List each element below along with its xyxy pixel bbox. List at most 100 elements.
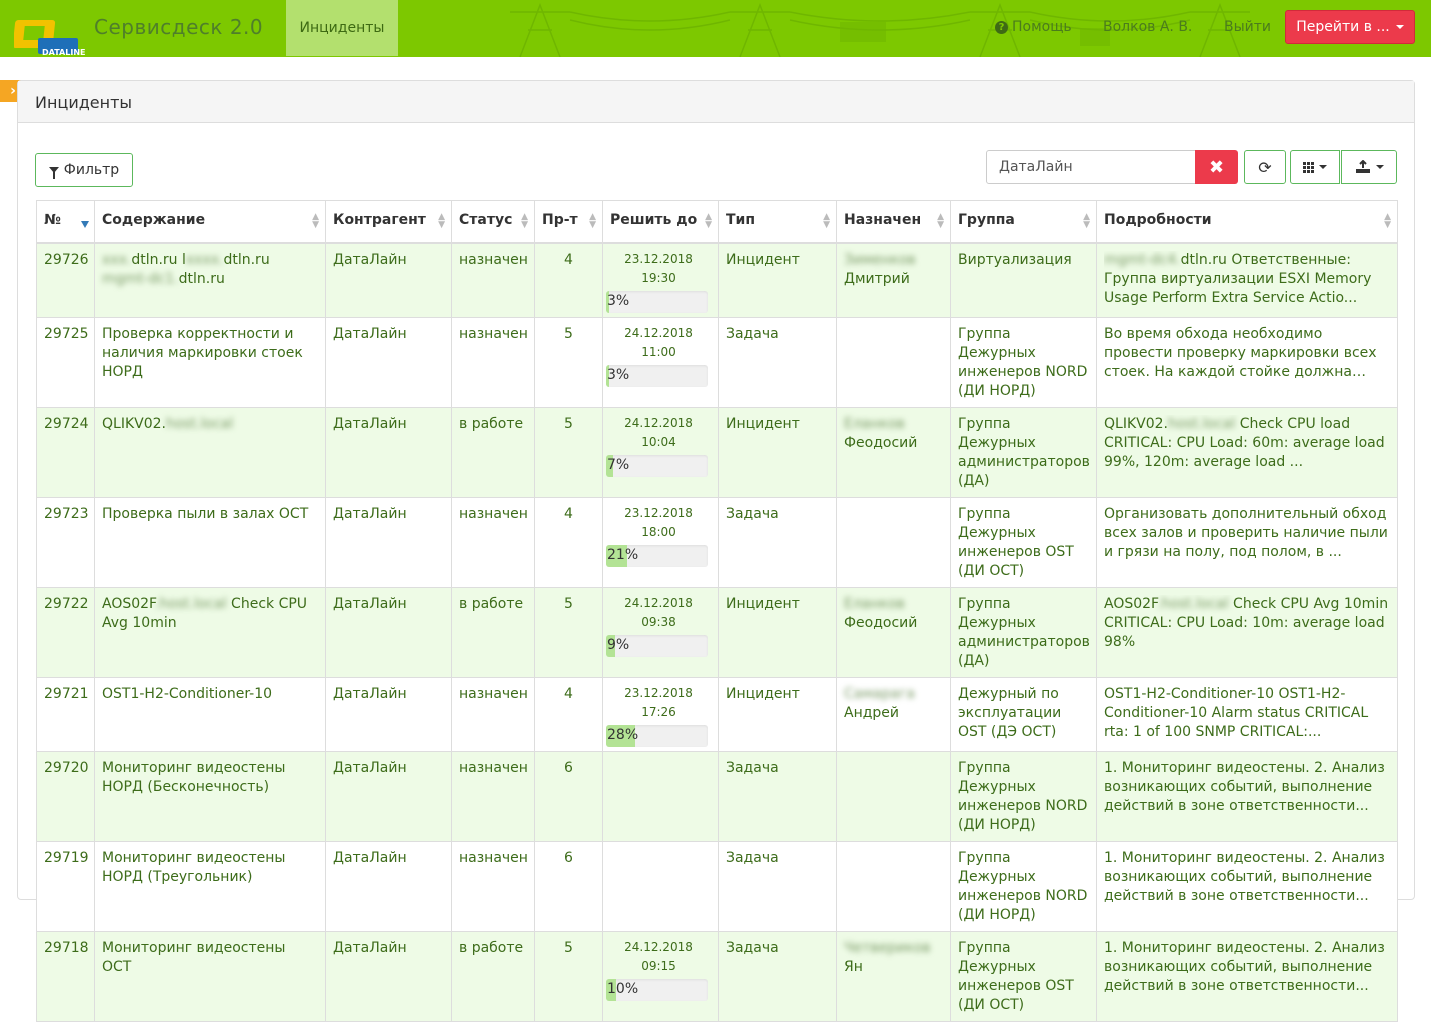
export-button[interactable] — [1341, 150, 1397, 184]
clear-search-button[interactable]: ✖ — [1195, 150, 1238, 184]
table-row[interactable]: 29725 Проверка корректности и наличия ма… — [36, 316, 1398, 408]
cell-details: Организовать дополнительный обход всех з… — [1096, 496, 1398, 588]
search-input[interactable] — [986, 150, 1196, 184]
cell-status: назначен — [451, 750, 535, 842]
col-header-content-label: Содержание — [102, 212, 206, 228]
due-date: 24.12.2018 — [624, 415, 693, 430]
details-text: Организовать дополнительный обход всех з… — [1104, 505, 1388, 560]
table-header-row: № Содержание ▲ ▼ Контрагент ▲ ▼ Статус ▲ ▼ Пр-… — [36, 200, 1398, 244]
col-header-group[interactable]: Группа ▲ ▼ — [950, 200, 1097, 244]
redacted-text: host.local — [1167, 415, 1236, 432]
user-link[interactable]: Волков А. В. — [1103, 19, 1192, 35]
progress-bar: 9% — [606, 634, 708, 657]
incidents-table: № Содержание ▲ ▼ Контрагент ▲ ▼ Статус ▲ ▼ Пр-… — [36, 200, 1398, 1022]
details-text: 1. Мониторинг видеостены. 2. Анализ возн… — [1104, 939, 1385, 994]
help-link[interactable]: ? Помощь — [995, 19, 1072, 35]
cell-group: Группа Дежурных инженеров OST (ДИ ОСТ) — [950, 496, 1097, 588]
cell-counterparty: ДатаЛайн — [325, 242, 452, 318]
sort-icon: ▲ ▼ — [705, 212, 712, 230]
cell-due: 23.12.2018 17:26 28% — [602, 676, 719, 752]
col-header-num[interactable]: № — [36, 200, 95, 244]
cell-type: Задача — [718, 750, 837, 842]
details-text: AOS02F — [1104, 595, 1157, 612]
sort-icon: ▲ ▼ — [1083, 212, 1090, 230]
progress-bar: 3% — [606, 290, 708, 313]
assigned-name: Ян — [844, 958, 863, 975]
progress-bar: 3% — [606, 364, 708, 387]
col-header-details-label: Подробности — [1104, 212, 1212, 228]
cell-counterparty: ДатаЛайн — [325, 750, 452, 842]
sort-icon: ▲ ▼ — [521, 212, 528, 230]
cell-type: Инцидент — [718, 676, 837, 752]
col-header-type-label: Тип — [726, 212, 756, 228]
cell-num: 29723 — [36, 496, 95, 588]
dataline-logo[interactable]: DATALINE — [12, 14, 85, 57]
logout-link[interactable]: Выйти — [1224, 19, 1271, 35]
cell-num: 29724 — [36, 406, 95, 498]
col-header-details[interactable]: Подробности ▲ ▼ — [1096, 200, 1398, 244]
col-header-counterparty[interactable]: Контрагент ▲ ▼ — [325, 200, 452, 244]
col-header-group-label: Группа — [958, 212, 1015, 228]
redacted-text: Зименков — [844, 251, 916, 268]
due-time: 11:00 — [641, 344, 676, 359]
col-header-type[interactable]: Тип ▲ ▼ — [718, 200, 837, 244]
col-header-priority[interactable]: Пр-т ▲ ▼ — [534, 200, 603, 244]
filter-label: Фильтр — [63, 162, 120, 178]
col-header-status[interactable]: Статус ▲ ▼ — [451, 200, 535, 244]
refresh-icon: ⟳ — [1258, 157, 1272, 177]
progress-text: 9% — [607, 636, 630, 653]
app-brand[interactable]: Сервисдеск 2.0 — [94, 15, 263, 39]
redacted-text: Еланков — [844, 415, 905, 432]
cell-num: 29722 — [36, 586, 95, 678]
cell-assigned — [836, 316, 951, 408]
cell-priority: 5 — [534, 586, 603, 678]
details-text: OST1-H2-Conditioner-10 OST1-H2-Condition… — [1104, 685, 1369, 740]
due-date: 24.12.2018 — [624, 325, 693, 340]
cell-content: Мониторинг видеостены НОРД (Треугольник) — [94, 840, 326, 932]
cell-status: назначен — [451, 676, 535, 752]
cell-content: Мониторинг видеостены ОСТ — [94, 930, 326, 1022]
col-header-assigned[interactable]: Назначен ▲ ▼ — [836, 200, 951, 244]
sort-icon: ▲ ▼ — [823, 212, 830, 230]
refresh-button[interactable]: ⟳ — [1244, 150, 1286, 184]
table-row[interactable]: 29720 Мониторинг видеостены НОРД (Бескон… — [36, 750, 1398, 842]
filter-button[interactable]: Фильтр — [35, 153, 133, 187]
due-date: 23.12.2018 — [624, 685, 693, 700]
progress-bar: 10% — [606, 978, 708, 1001]
col-header-counterparty-label: Контрагент — [333, 212, 426, 228]
columns-icon — [1303, 161, 1314, 173]
due-date: 23.12.2018 — [624, 251, 693, 266]
content-text: QLIKV02. — [102, 415, 166, 432]
redacted-text: mgmt-dc4. — [1104, 251, 1181, 268]
table-row[interactable]: 29726 xxx.dtln.ru lxxxx.dtln.ru mgmt-dc1… — [36, 242, 1398, 318]
table-row[interactable]: 29722 AOS02F.host.local Check CPU Avg 10… — [36, 586, 1398, 678]
cell-counterparty: ДатаЛайн — [325, 586, 452, 678]
redacted-text: Самарага — [844, 685, 915, 702]
table-row[interactable]: 29718 Мониторинг видеостены ОСТ ДатаЛайн… — [36, 930, 1398, 1022]
cell-status: назначен — [451, 242, 535, 318]
table-row[interactable]: 29724 QLIKV02.host.local ДатаЛайн в рабо… — [36, 406, 1398, 498]
col-header-content[interactable]: Содержание ▲ ▼ — [94, 200, 326, 244]
cell-due: 23.12.2018 18:00 21% — [602, 496, 719, 588]
cell-priority: 5 — [534, 930, 603, 1022]
goto-label: Перейти в ... — [1296, 19, 1390, 35]
columns-button[interactable] — [1290, 150, 1340, 184]
cell-assigned — [836, 840, 951, 932]
panel-title: Инциденты — [18, 81, 1414, 123]
col-header-due[interactable]: Решить до ▲ ▼ — [602, 200, 719, 244]
due-date: 24.12.2018 — [624, 939, 693, 954]
goto-dropdown-button[interactable]: Перейти в ... — [1285, 10, 1415, 44]
sort-icon: ▲ ▼ — [438, 212, 445, 230]
cell-due: 24.12.2018 11:00 3% — [602, 316, 719, 408]
nav-tab-incidents[interactable]: Инциденты — [286, 0, 398, 56]
help-icon: ? — [995, 20, 1008, 34]
cell-content: xxx.dtln.ru lxxxx.dtln.ru mgmt-dc1.dtln.… — [94, 242, 326, 318]
table-row[interactable]: 29719 Мониторинг видеостены НОРД (Треуго… — [36, 840, 1398, 932]
table-row[interactable]: 29721 OST1-H2-Conditioner-10 ДатаЛайн на… — [36, 676, 1398, 752]
redacted-text: .host.local — [154, 595, 227, 612]
cell-details: Во время обхода необходимо провести пров… — [1096, 316, 1398, 408]
cell-details: AOS02F.host.local Check CPU Avg 10min CR… — [1096, 586, 1398, 678]
chevron-right-icon: › — [10, 83, 16, 99]
cell-type: Инцидент — [718, 406, 837, 498]
table-row[interactable]: 29723 Проверка пыли в залах ОСТ ДатаЛайн… — [36, 496, 1398, 588]
